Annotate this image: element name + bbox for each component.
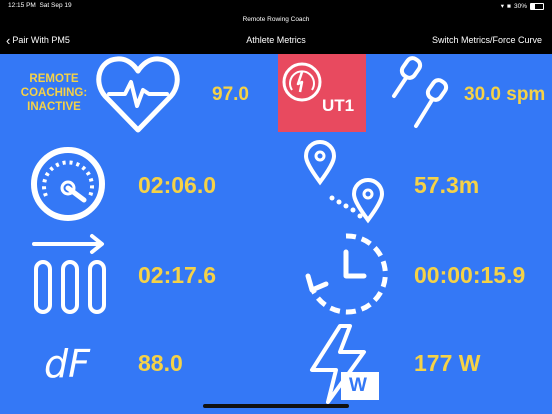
coaching-line-1: REMOTE <box>29 73 79 85</box>
back-button[interactable]: ‹ Pair With PM5 <box>6 32 70 48</box>
status-right: ▾ ■ 30% <box>501 2 544 10</box>
app-title: Remote Rowing Coach <box>0 12 552 28</box>
drive-force-value: 88.0 <box>138 350 183 376</box>
zone-label: UT1 <box>322 96 355 115</box>
status-time-date: 12:15 PM Sat Sep 19 <box>8 2 72 9</box>
pace-bars-icon <box>32 234 106 314</box>
back-label: Pair With PM5 <box>12 35 70 45</box>
drive-force-label: dF <box>44 342 90 386</box>
status-bar: 12:15 PM Sat Sep 19 ▾ ■ 30% <box>0 0 552 12</box>
battery-icon <box>530 2 544 10</box>
power-badge: W <box>341 372 379 400</box>
speedometer-icon <box>31 147 105 221</box>
oars-icon <box>392 56 449 128</box>
average-split-value: 02:17.6 <box>138 262 217 288</box>
coaching-line-2: COACHING: <box>20 87 88 99</box>
coaching-line-3: INACTIVE <box>27 101 81 113</box>
power-badge-label: W <box>349 375 367 396</box>
route-distance-icon <box>303 140 385 224</box>
battery-percent: 30% <box>513 2 527 10</box>
wifi-icon: ▾ <box>500 3 505 10</box>
distance-value: 57.3m <box>414 172 480 198</box>
nav-bar: ‹ Pair With PM5 Athlete Metrics Switch M… <box>0 28 552 54</box>
split-value: 02:06.0 <box>138 172 217 198</box>
heart-rate-icon <box>96 56 180 133</box>
elapsed-time-value: 00:00:15.9 <box>414 262 526 288</box>
elapsed-time-icon <box>305 233 388 315</box>
coaching-status: REMOTE COACHING: INACTIVE <box>8 72 100 114</box>
home-indicator[interactable] <box>203 404 349 408</box>
status-date: Sat Sep 19 <box>39 2 72 9</box>
heart-rate-value: 97.0 <box>212 84 249 105</box>
status-time: 12:15 PM <box>8 2 36 9</box>
zone-badge: UT1 <box>278 54 366 132</box>
power-value: 177 W <box>414 350 481 376</box>
location-icon: ■ <box>507 2 511 10</box>
switch-metrics-button[interactable]: Switch Metrics/Force Curve <box>432 35 542 45</box>
stroke-rate-value: 30.0 spm <box>464 84 546 105</box>
gauge-icon <box>282 62 322 102</box>
chevron-left-icon: ‹ <box>6 32 11 48</box>
